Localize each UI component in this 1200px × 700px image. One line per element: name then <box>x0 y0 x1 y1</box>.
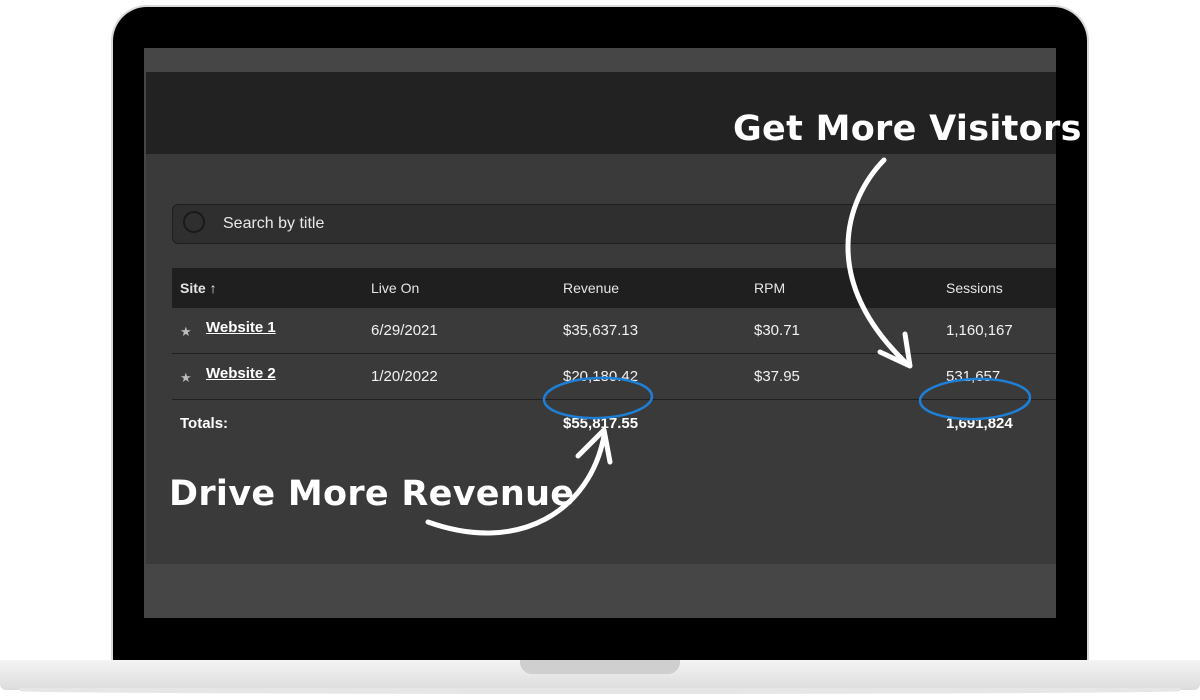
rpm-cell: $30.71 <box>754 322 800 339</box>
totals-label: Totals: <box>180 415 229 432</box>
site-link[interactable]: Website 2 <box>206 365 276 382</box>
star-icon[interactable]: ★ <box>180 324 192 340</box>
totals-revenue: $55,817.55 <box>563 415 639 432</box>
live-on-cell: 6/29/2021 <box>371 322 438 339</box>
totals-row: Totals: $55,817.55 1,691,824 <box>172 400 1056 446</box>
table-header: Site ↑ Live On Revenue RPM Sessions <box>172 268 1056 308</box>
column-header-live-on[interactable]: Live On <box>371 280 419 296</box>
table-row: ★ Website 1 6/29/2021 $35,637.13 $30.71 … <box>172 308 1056 354</box>
star-icon[interactable]: ★ <box>180 370 192 386</box>
revenue-cell: $35,637.13 <box>563 322 639 339</box>
laptop-notch <box>520 660 680 674</box>
sessions-cell: 1,160,167 <box>946 322 1013 339</box>
sort-arrow-icon: ↑ <box>209 280 217 296</box>
column-header-sessions[interactable]: Sessions <box>946 280 1003 296</box>
table-row: ★ Website 2 1/20/2022 $20,180.42 $37.95 … <box>172 354 1056 400</box>
live-on-cell: 1/20/2022 <box>371 368 438 385</box>
search-placeholder: Search by title <box>223 215 325 232</box>
column-header-revenue[interactable]: Revenue <box>563 280 619 296</box>
laptop-shadow <box>20 688 1180 694</box>
revenue-cell: $20,180.42 <box>563 368 639 385</box>
site-link[interactable]: Website 1 <box>206 319 276 336</box>
column-header-site[interactable]: Site ↑ <box>180 280 217 296</box>
search-icon <box>183 211 205 233</box>
search-input[interactable]: Search by title <box>172 204 1056 244</box>
get-more-visitors-annotation: Get More Visitors <box>733 109 1082 149</box>
rpm-cell: $37.95 <box>754 368 800 385</box>
sessions-cell: 531,657 <box>946 368 1001 385</box>
sites-table: Site ↑ Live On Revenue RPM Sessions ★ We… <box>172 268 1056 446</box>
column-header-rpm[interactable]: RPM <box>754 280 785 296</box>
drive-more-revenue-annotation: Drive More Revenue <box>169 474 575 514</box>
totals-sessions: 1,691,824 <box>946 415 1013 432</box>
